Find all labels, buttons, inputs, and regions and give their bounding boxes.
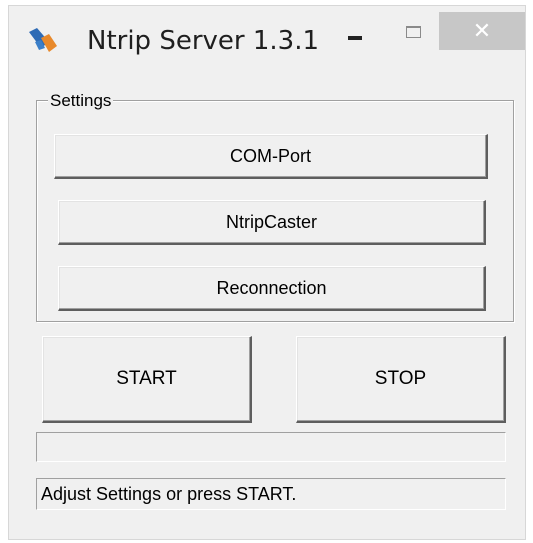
window-title: Ntrip Server 1.3.1 [87,26,320,56]
status-text: Adjust Settings or press START. [36,478,506,510]
ntrip-caster-button[interactable]: NtripCaster [58,200,486,245]
reconnection-button[interactable]: Reconnection [58,266,486,311]
stop-button[interactable]: STOP [296,336,506,423]
progress-bar [36,432,506,462]
start-button[interactable]: START [42,336,252,423]
title-bar[interactable]: Ntrip Server 1.3.1 ✕ [9,6,525,80]
maximize-button[interactable] [389,14,435,50]
settings-group-label: Settings [48,91,114,110]
app-icon [29,28,57,52]
close-button[interactable]: ✕ [439,12,525,50]
minimize-button[interactable] [331,14,377,50]
close-icon: ✕ [472,18,492,43]
com-port-button[interactable]: COM-Port [54,134,488,179]
